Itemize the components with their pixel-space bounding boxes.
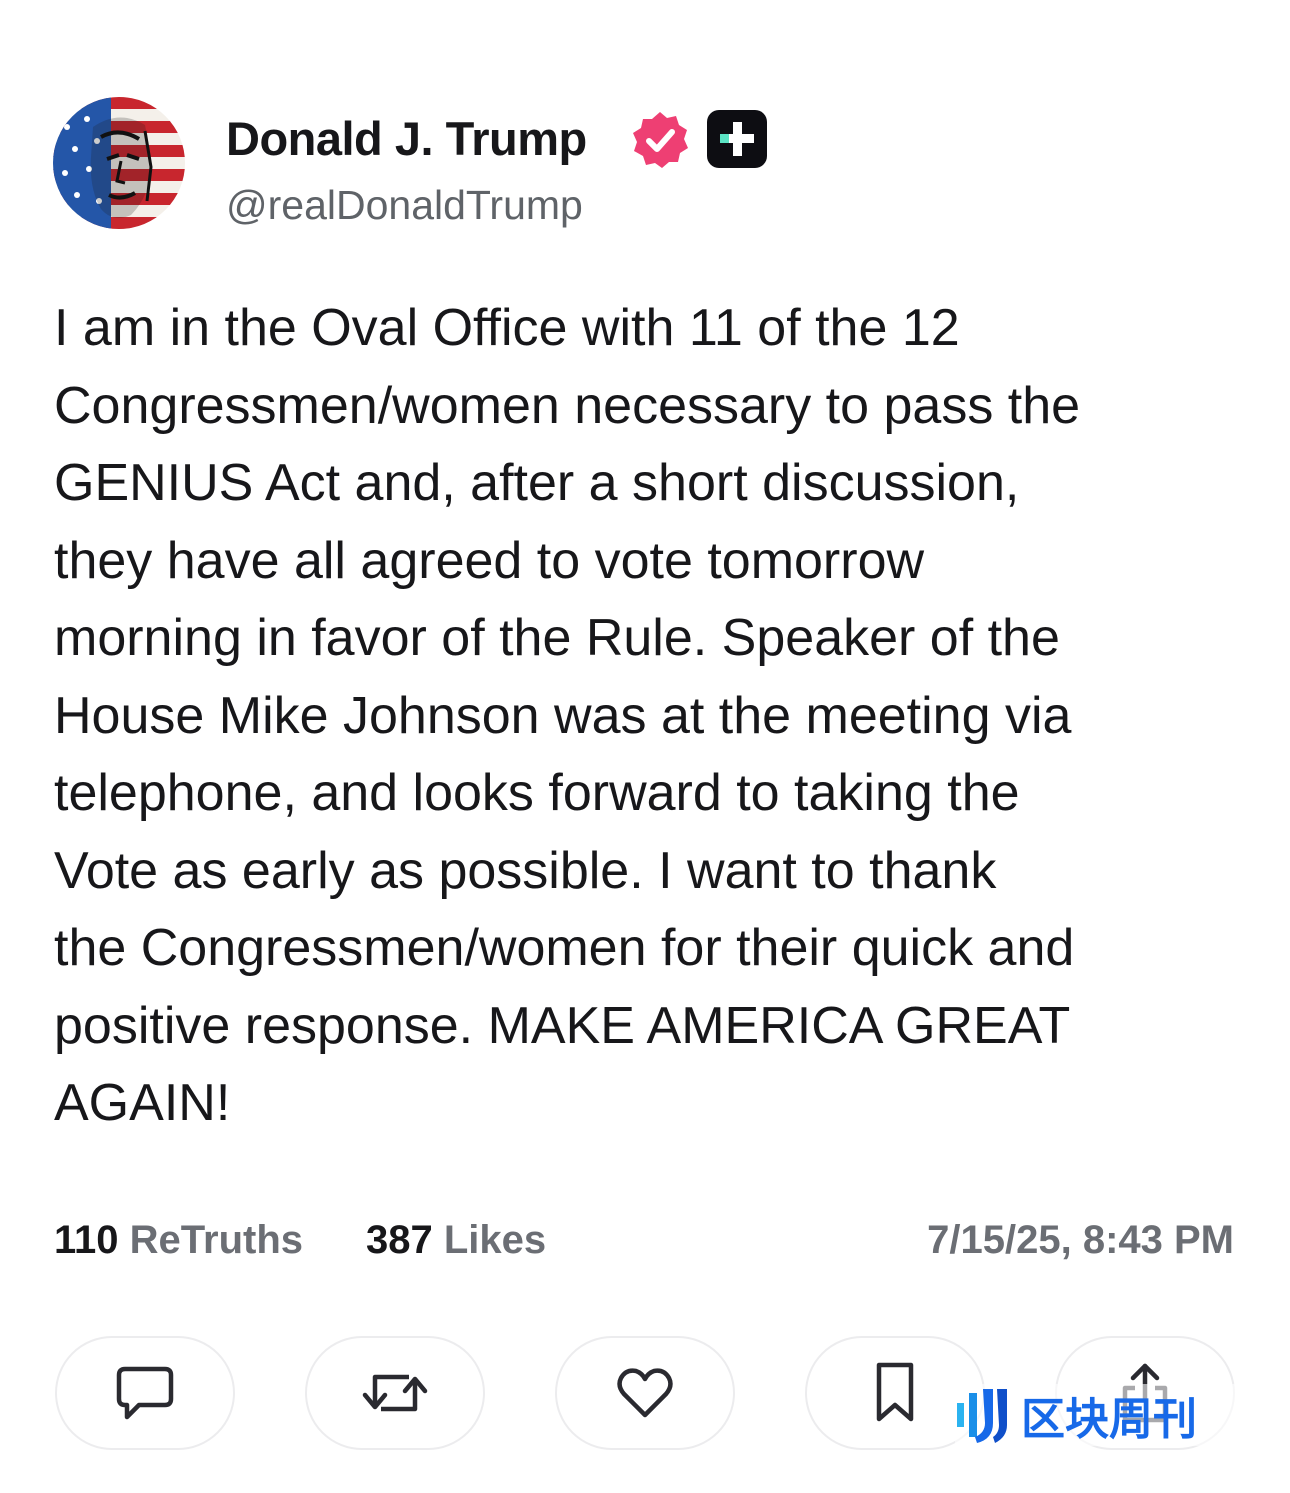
comment-icon <box>116 1366 174 1420</box>
likes-stat[interactable]: 387 Likes <box>366 1218 546 1263</box>
post-line: Congressmen/women necessary to pass the <box>54 376 1081 435</box>
retruth-button[interactable] <box>305 1336 485 1450</box>
likes-count: 387 <box>366 1218 433 1262</box>
reply-button[interactable] <box>55 1336 235 1450</box>
flag-portrait-avatar <box>53 97 185 229</box>
watermark-text: 区块周刊 <box>1021 1394 1197 1445</box>
user-handle[interactable]: @realDonaldTrump <box>226 182 583 229</box>
post-text: I am in the Oval Office with 11 of the 1… <box>54 290 1249 1143</box>
truth-plus-icon <box>707 110 767 168</box>
post-line: GENIUS Act and, after a short discussion… <box>54 454 1020 512</box>
post-line: the Congressmen/women for their quick an… <box>54 919 1075 977</box>
avatar[interactable] <box>53 97 185 229</box>
watermark: 区块周刊 <box>955 1384 1265 1446</box>
post-line: AGAIN! <box>54 1074 231 1132</box>
bookmark-icon <box>876 1362 914 1422</box>
heart-icon <box>617 1368 673 1418</box>
display-name[interactable]: Donald J. Trump <box>226 111 587 166</box>
retruths-stat[interactable]: 110 ReTruths <box>54 1218 303 1263</box>
watermark-logo-icon <box>957 1389 1007 1443</box>
post-line: Vote as early as possible. I want to tha… <box>54 841 997 900</box>
like-button[interactable] <box>555 1336 735 1450</box>
post-timestamp[interactable]: 7/15/25, 8:43 PM <box>927 1218 1234 1263</box>
post-line: I am in the Oval Office with 11 of the 1… <box>54 299 960 357</box>
likes-label: Likes <box>443 1218 547 1262</box>
post-line: morning in favor of the Rule. Speaker of… <box>54 609 1060 667</box>
retruth-icon <box>362 1374 428 1412</box>
post-line: they have all agreed to vote tomorrow <box>54 531 925 590</box>
post-line: telephone, and looks forward to taking t… <box>54 764 1020 822</box>
retruths-count: 110 <box>54 1218 119 1262</box>
post-line: positive response. MAKE AMERICA GREAT <box>54 996 1071 1055</box>
post-line: House Mike Johnson was at the meeting vi… <box>54 686 1072 745</box>
verified-badge-icon <box>630 110 690 170</box>
retruths-label: ReTruths <box>129 1218 304 1262</box>
